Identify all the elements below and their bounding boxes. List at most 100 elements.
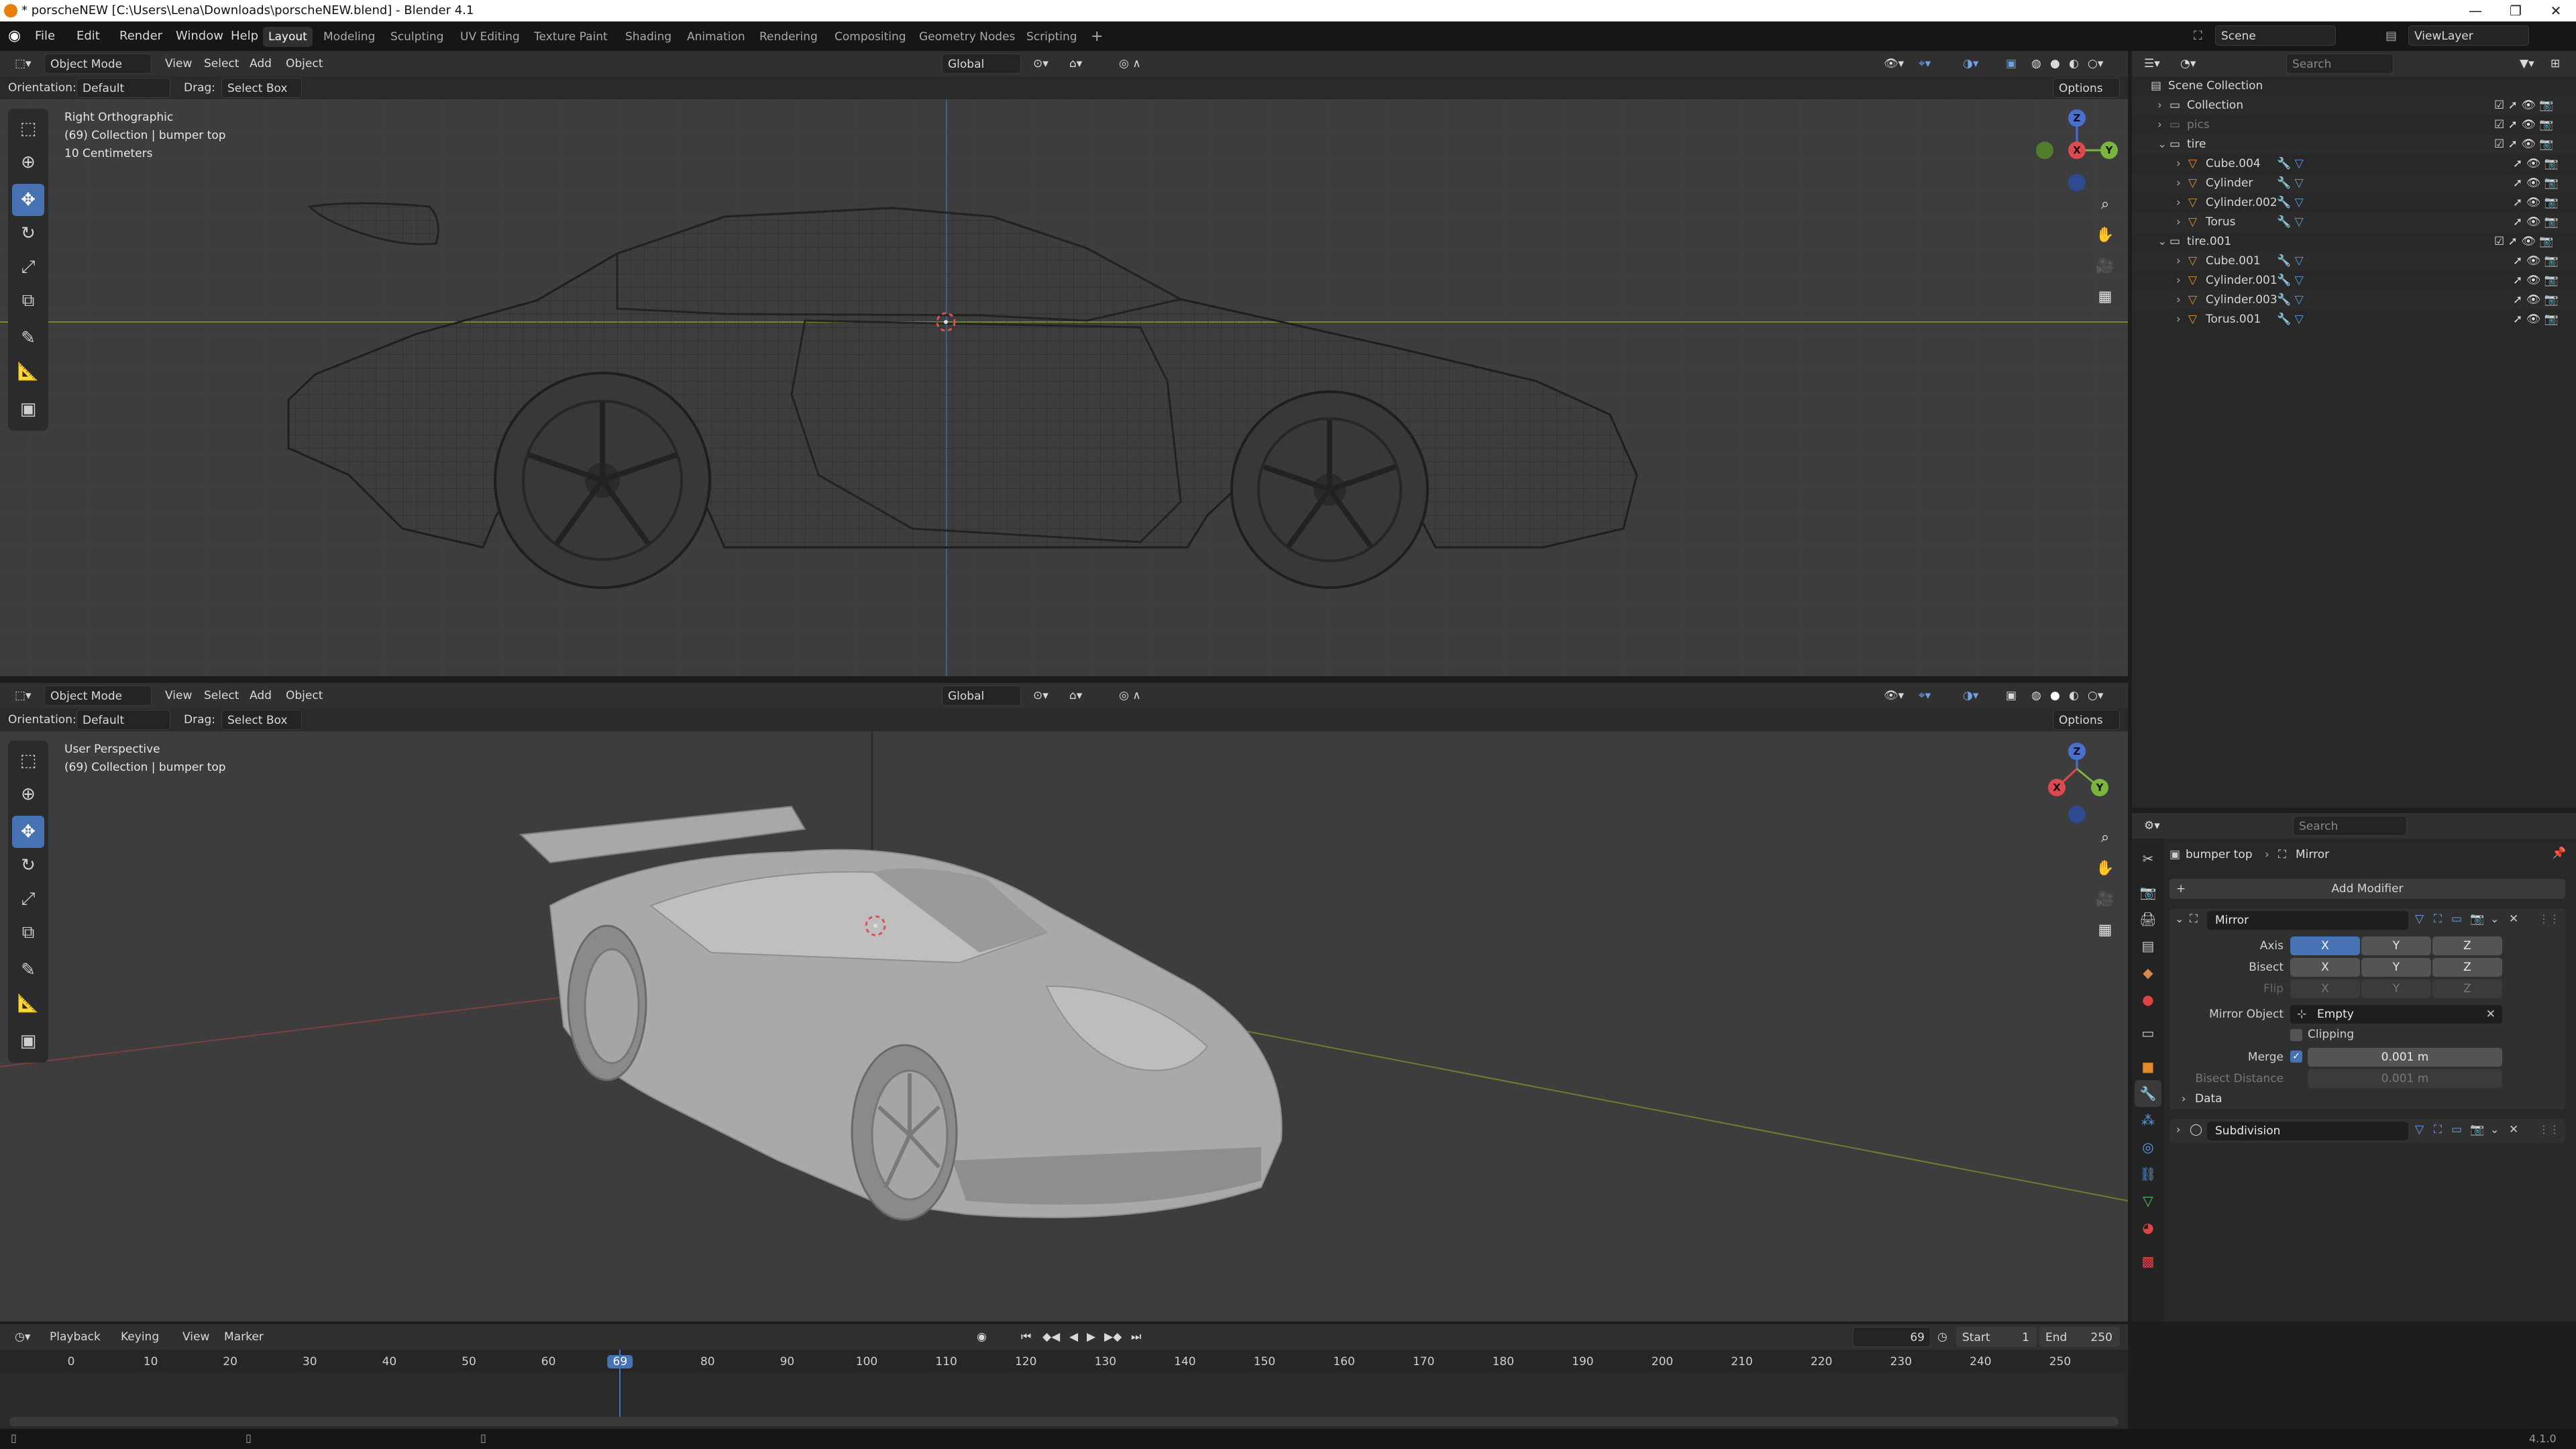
outliner-row[interactable]: ⌄ ▭ tire ☑ ➚ 👁 📷 xyxy=(2132,135,2576,154)
tab-geometry-nodes[interactable]: Geometry Nodes xyxy=(914,27,1020,47)
rotate-tool-icon[interactable]: ↻ xyxy=(12,217,44,250)
play-reverse-icon[interactable]: ◀ xyxy=(1064,1327,1083,1347)
gizmo-z-axis[interactable]: Z xyxy=(2068,109,2086,127)
modifier-data-icon[interactable]: 🔧 ▽ xyxy=(2277,271,2304,290)
modifier-menu-icon[interactable]: ⌄ xyxy=(2490,1123,2499,1136)
physics-tab-icon[interactable]: ◎ xyxy=(2135,1134,2161,1161)
bisect-x-toggle[interactable]: X xyxy=(2290,958,2360,977)
expand-chevron-icon[interactable]: › xyxy=(2176,290,2181,310)
collection-tab-icon[interactable]: ▭ xyxy=(2135,1020,2161,1046)
close-button[interactable]: ✕ xyxy=(2536,0,2576,21)
shading-material-icon[interactable]: ◐ xyxy=(2063,54,2084,74)
axis-z-toggle[interactable]: Z xyxy=(2432,936,2502,955)
modifier-data-icon[interactable]: 🔧 ▽ xyxy=(2277,252,2304,271)
mirror-name-field[interactable]: Mirror xyxy=(2207,911,2408,930)
viewport-toggle-icon[interactable]: ▭ xyxy=(2451,1123,2462,1136)
menu-file[interactable]: File xyxy=(35,25,55,47)
transform-orientation-selector[interactable]: Global xyxy=(942,686,1021,706)
new-collection-icon[interactable]: ⊞ xyxy=(2545,54,2565,74)
outliner-row[interactable]: › ▽ Cylinder.003 🔧 ▽ ➚ 👁 📷 xyxy=(2132,290,2576,310)
current-frame-field[interactable]: 69 xyxy=(1853,1327,1931,1347)
modifier-data-icon[interactable]: 🔧 ▽ xyxy=(2277,213,2304,232)
scale-tool-icon[interactable]: ⤢ xyxy=(12,883,44,915)
visibility-toggles-icon[interactable]: ➚ 👁 📷 xyxy=(2513,213,2559,232)
measure-tool-icon[interactable]: 📐 xyxy=(12,987,44,1020)
jump-keyframe-forward-icon[interactable]: ▶◆ xyxy=(1099,1327,1127,1347)
tab-modeling[interactable]: Modeling xyxy=(318,27,380,47)
menu-view[interactable]: View xyxy=(160,54,197,74)
timeline-scrollbar[interactable] xyxy=(9,1417,2118,1426)
merge-checkbox[interactable]: ✓ xyxy=(2290,1051,2302,1063)
drag-handle-icon[interactable]: ⋮⋮ xyxy=(2538,912,2560,925)
shading-solid-icon[interactable]: ● xyxy=(2045,686,2065,706)
scene-selector[interactable]: Scene xyxy=(2215,25,2336,46)
outliner-row[interactable]: ⌄ ▭ tire.001 ☑ ➚ 👁 📷 xyxy=(2132,232,2576,252)
visibility-toggles-icon[interactable]: ➚ 👁 📷 xyxy=(2513,290,2559,310)
xray-toggle-icon[interactable]: ▣ xyxy=(2000,686,2022,706)
remove-modifier-icon[interactable]: ✕ xyxy=(2509,1123,2518,1136)
visibility-toggles-icon[interactable]: ➚ 👁 📷 xyxy=(2513,154,2559,174)
tab-sculpting[interactable]: Sculpting xyxy=(385,27,449,47)
scene-tab-icon[interactable]: ◆ xyxy=(2135,959,2161,986)
transform-tool-icon[interactable]: ⧉ xyxy=(12,916,44,949)
menu-add[interactable]: Add xyxy=(244,686,277,706)
cage-toggle-icon[interactable]: ⛶ xyxy=(2434,1123,2442,1136)
cursor-tool-icon[interactable]: ⊕ xyxy=(12,778,44,810)
add-cube-tool-icon[interactable]: ▣ xyxy=(12,393,44,425)
collapse-chevron-icon[interactable]: ⌄ xyxy=(2175,912,2184,925)
expand-chevron-icon[interactable]: › xyxy=(2176,310,2181,329)
tab-compositing[interactable]: Compositing xyxy=(829,27,912,47)
overlay-toggle-icon[interactable]: ◑▾ xyxy=(1957,686,1984,706)
measure-tool-icon[interactable]: 📐 xyxy=(12,356,44,388)
viewport-toggle-icon[interactable]: ▭ xyxy=(2451,912,2462,926)
editmode-toggle-icon[interactable]: ▽ xyxy=(2415,1123,2424,1136)
outliner-row[interactable]: › ▽ Torus 🔧 ▽ ➚ 👁 📷 xyxy=(2132,213,2576,232)
bisect-z-toggle[interactable]: Z xyxy=(2432,958,2502,977)
expand-chevron-icon[interactable]: › xyxy=(2176,174,2181,193)
minimize-button[interactable]: — xyxy=(2455,0,2496,21)
select-box-tool-icon[interactable]: ⬚ xyxy=(12,745,44,777)
expand-chevron-icon[interactable]: › xyxy=(2176,213,2181,232)
gizmo-neg-z-axis[interactable] xyxy=(2068,174,2086,191)
move-tool-icon[interactable]: ✥ xyxy=(12,816,44,848)
outliner-row[interactable]: › ▭ Collection ☑ ➚ 👁 📷 xyxy=(2132,96,2576,115)
editor-type-icon[interactable]: ⬚▾ xyxy=(9,686,37,706)
expand-chevron-icon[interactable]: › xyxy=(2176,1123,2180,1136)
transform-tool-icon[interactable]: ⧉ xyxy=(12,284,44,317)
menu-keying[interactable]: Keying xyxy=(115,1327,164,1347)
axis-y-toggle[interactable]: Y xyxy=(2361,936,2431,955)
menu-select[interactable]: Select xyxy=(199,686,244,706)
clear-field-icon[interactable]: ✕ xyxy=(2486,1005,2496,1024)
scene-icon[interactable]: ⛶ xyxy=(2194,25,2202,47)
merge-distance-field[interactable]: 0.001 m xyxy=(2308,1048,2502,1067)
jump-end-icon[interactable]: ⏭ xyxy=(1126,1327,1146,1347)
outliner-row[interactable]: › ▽ Cube.004 🔧 ▽ ➚ 👁 📷 xyxy=(2132,154,2576,174)
drag-selector[interactable]: Select Box xyxy=(221,710,302,730)
menu-view[interactable]: View xyxy=(177,1327,215,1347)
render-toggle-icon[interactable]: 📷 xyxy=(2470,912,2484,926)
visibility-toggles-icon[interactable]: ➚ 👁 📷 xyxy=(2513,310,2559,329)
output-tab-icon[interactable]: 🖨 xyxy=(2135,906,2161,932)
proportional-edit-icon[interactable]: ◎ ∧ xyxy=(1114,54,1146,74)
frame-ruler[interactable]: 0102030405060698090100110120130140150160… xyxy=(0,1350,2128,1373)
expand-chevron-icon[interactable]: › xyxy=(2176,154,2181,174)
zoom-icon[interactable]: ⌕ xyxy=(2091,191,2119,219)
menu-object[interactable]: Object xyxy=(280,686,328,706)
menu-window[interactable]: Window xyxy=(176,25,223,47)
editor-type-icon[interactable]: ⬚▾ xyxy=(9,54,37,74)
overlay-toggle-icon[interactable]: ◑▾ xyxy=(1957,54,1984,74)
outliner-row[interactable]: › ▭ pics ☑ ➚ 👁 📷 xyxy=(2132,115,2576,135)
add-modifier-button[interactable]: + Add Modifier xyxy=(2169,879,2565,899)
gizmo-toggle-icon[interactable]: ⌖▾ xyxy=(1913,54,1936,74)
orientation-selector[interactable]: Default xyxy=(76,78,170,98)
flip-y-toggle[interactable]: Y xyxy=(2361,979,2431,998)
end-frame-field[interactable]: End 250 xyxy=(2039,1327,2120,1347)
render-toggle-icon[interactable]: 📷 xyxy=(2470,1123,2484,1136)
modifier-data-icon[interactable]: 🔧 ▽ xyxy=(2277,154,2304,174)
clipping-checkbox[interactable] xyxy=(2290,1029,2302,1041)
modifier-data-icon[interactable]: 🔧 ▽ xyxy=(2277,174,2304,193)
outliner-row[interactable]: ▤ Scene Collection xyxy=(2132,76,2576,96)
gizmo-y-axis[interactable]: Y xyxy=(2091,779,2108,796)
gizmo-neg-z-axis[interactable] xyxy=(2068,806,2086,823)
data-expand-chevron-icon[interactable]: › xyxy=(2182,1092,2186,1105)
